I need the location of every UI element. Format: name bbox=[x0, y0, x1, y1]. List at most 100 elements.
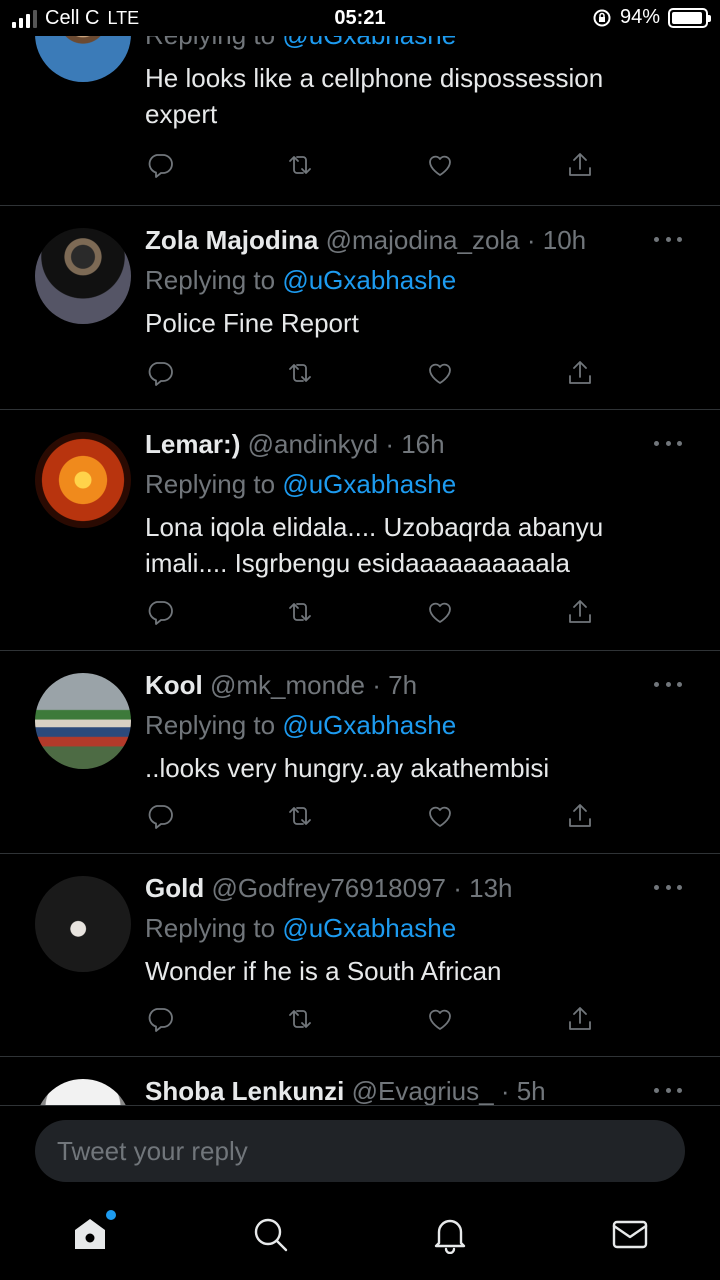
replying-label: Replying to bbox=[145, 265, 276, 295]
timestamp: · 10h bbox=[526, 225, 587, 255]
handle[interactable]: @Godfrey76918097 bbox=[211, 873, 446, 903]
retweet-icon bbox=[289, 156, 311, 174]
retweet-icon bbox=[289, 1010, 311, 1028]
tab-search[interactable] bbox=[250, 1214, 294, 1258]
tweet[interactable]: Lemar:) @andinkyd · 16h Replying to @uGx… bbox=[0, 410, 720, 651]
like-button[interactable] bbox=[425, 150, 455, 180]
status-bar: Cell C LTE 05:21 94% bbox=[0, 0, 720, 36]
handle[interactable]: @Evagrius_ bbox=[352, 1076, 494, 1105]
reply-button[interactable] bbox=[145, 150, 175, 180]
tweet-text: Lona iqola elidala.... Uzobaqrda abanyu … bbox=[145, 512, 604, 578]
retweet-button[interactable] bbox=[285, 1004, 315, 1034]
share-icon bbox=[569, 361, 591, 384]
replying-label: Replying to bbox=[145, 710, 276, 740]
reply-mention-link[interactable]: @uGxabhashe bbox=[282, 710, 456, 740]
tweet-text: Wonder if he is a South African bbox=[145, 956, 502, 986]
home-icon bbox=[75, 1219, 105, 1249]
display-name[interactable]: Lemar:) bbox=[145, 429, 240, 459]
reply-feed[interactable]: Replying to @uGxabhashe He looks like a … bbox=[0, 0, 720, 1105]
like-button[interactable] bbox=[425, 801, 455, 831]
replying-to: Replying to @uGxabhashe bbox=[145, 708, 690, 742]
timestamp: · 5h bbox=[500, 1076, 546, 1105]
retweet-icon bbox=[289, 807, 311, 825]
timestamp: · 13h bbox=[453, 873, 513, 903]
tweet[interactable]: Shoba Lenkunzi @Evagrius_ · 5h bbox=[0, 1057, 720, 1105]
handle[interactable]: @mk_monde bbox=[210, 670, 365, 700]
share-icon bbox=[569, 1007, 591, 1030]
tweet[interactable]: Kool @mk_monde · 7h Replying to @uGxabha… bbox=[0, 651, 720, 854]
heart-icon bbox=[429, 1009, 451, 1030]
bottom-tab-bar bbox=[0, 1200, 720, 1280]
tab-home[interactable] bbox=[70, 1210, 116, 1258]
handle[interactable]: @majodina_zola bbox=[326, 225, 520, 255]
tweet-text: ..looks very hungry..ay akathembisi bbox=[145, 753, 550, 783]
tweet[interactable]: Zola Majodina @majodina_zola · 10h Reply… bbox=[0, 206, 720, 410]
reply-mention-link[interactable]: @uGxabhashe bbox=[282, 265, 456, 295]
tweet-reply-input[interactable] bbox=[35, 1120, 685, 1182]
tweet-actions bbox=[145, 150, 615, 180]
share-button[interactable] bbox=[565, 150, 595, 180]
replying-to: Replying to @uGxabhashe bbox=[145, 911, 690, 945]
retweet-button[interactable] bbox=[285, 801, 315, 831]
reply-mention-link[interactable]: @uGxabhashe bbox=[282, 913, 456, 943]
display-name[interactable]: Shoba Lenkunzi bbox=[145, 1076, 344, 1105]
share-button[interactable] bbox=[565, 358, 595, 388]
share-icon bbox=[569, 153, 591, 176]
bell-icon bbox=[434, 1219, 466, 1255]
orientation-lock-icon bbox=[593, 9, 611, 26]
display-name[interactable]: Zola Majodina bbox=[145, 225, 318, 255]
retweet-button[interactable] bbox=[285, 150, 315, 180]
tab-notifications[interactable] bbox=[430, 1214, 474, 1258]
heart-icon bbox=[429, 363, 451, 384]
tweet-actions bbox=[145, 358, 615, 388]
reply-button[interactable] bbox=[145, 801, 175, 831]
avatar[interactable] bbox=[35, 228, 131, 324]
reply-button[interactable] bbox=[145, 597, 175, 627]
replying-to: Replying to @uGxabhashe bbox=[145, 467, 690, 501]
reply-composer bbox=[0, 1105, 720, 1200]
tweet-text: He looks like a cellphone dispossession … bbox=[145, 63, 604, 129]
timestamp: · 16h bbox=[385, 429, 445, 459]
like-button[interactable] bbox=[425, 597, 455, 627]
avatar[interactable] bbox=[35, 432, 131, 528]
display-name[interactable]: Gold bbox=[145, 873, 204, 903]
replying-label: Replying to bbox=[145, 913, 276, 943]
avatar[interactable] bbox=[35, 876, 131, 972]
heart-icon bbox=[429, 155, 451, 176]
like-button[interactable] bbox=[425, 1004, 455, 1034]
handle[interactable]: @andinkyd bbox=[248, 429, 378, 459]
retweet-button[interactable] bbox=[285, 358, 315, 388]
avatar[interactable] bbox=[35, 673, 131, 769]
tweet[interactable]: Gold @Godfrey76918097 · 13h Replying to … bbox=[0, 854, 720, 1057]
replying-to: Replying to @uGxabhashe bbox=[145, 263, 690, 297]
tweet-actions bbox=[145, 597, 615, 627]
share-button[interactable] bbox=[565, 597, 595, 627]
share-button[interactable] bbox=[565, 801, 595, 831]
share-button[interactable] bbox=[565, 1004, 595, 1034]
retweet-icon bbox=[289, 364, 311, 382]
tweet-header: Gold @Godfrey76918097 · 13h bbox=[145, 871, 690, 905]
tweet-header: Kool @mk_monde · 7h bbox=[145, 668, 690, 702]
reply-button[interactable] bbox=[145, 358, 175, 388]
retweet-icon bbox=[289, 603, 311, 621]
retweet-button[interactable] bbox=[285, 597, 315, 627]
like-button[interactable] bbox=[425, 358, 455, 388]
timestamp: · 7h bbox=[372, 670, 418, 700]
reply-icon bbox=[148, 1008, 173, 1032]
home-notification-dot bbox=[106, 1210, 116, 1220]
search-icon bbox=[254, 1218, 288, 1252]
reply-icon bbox=[148, 601, 173, 625]
share-icon bbox=[569, 600, 591, 623]
reply-mention-link[interactable]: @uGxabhashe bbox=[282, 469, 456, 499]
avatar[interactable] bbox=[35, 1079, 131, 1105]
tweet-header: Shoba Lenkunzi @Evagrius_ · 5h bbox=[145, 1074, 690, 1105]
tab-messages[interactable] bbox=[610, 1214, 654, 1258]
reply-button[interactable] bbox=[145, 1004, 175, 1034]
tweet-header: Lemar:) @andinkyd · 16h bbox=[145, 427, 690, 461]
battery-level bbox=[672, 11, 703, 24]
display-name[interactable]: Kool bbox=[145, 670, 203, 700]
replying-label: Replying to bbox=[145, 469, 276, 499]
share-icon bbox=[569, 804, 591, 827]
heart-icon bbox=[429, 806, 451, 827]
tweet-header: Zola Majodina @majodina_zola · 10h bbox=[145, 223, 690, 257]
